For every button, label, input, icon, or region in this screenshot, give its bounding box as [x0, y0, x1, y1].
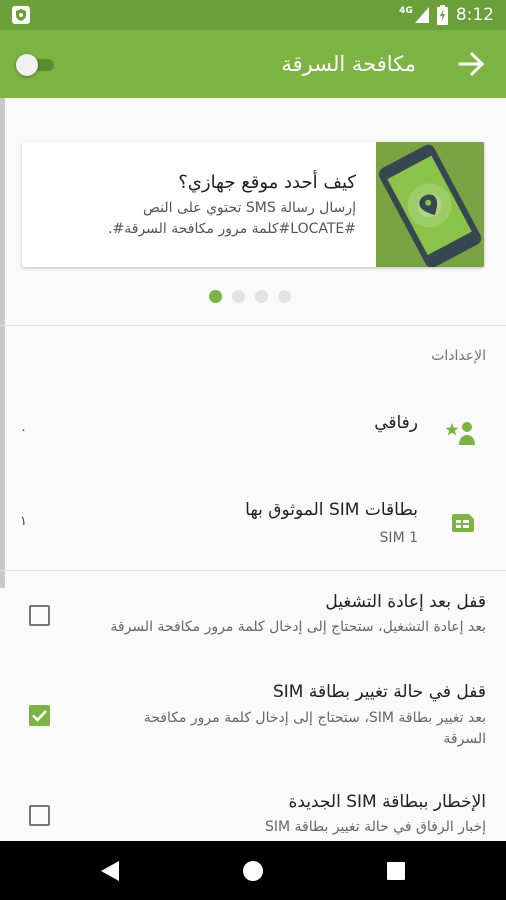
card-title: كيف أحدد موقع جهازي؟	[178, 172, 356, 193]
toolbar: مكافحة السرقة	[0, 30, 506, 98]
lock-on-sim-change-subtitle: بعد تغيير بطاقة SIM، ستحتاج إلى إدخال كل…	[143, 710, 486, 747]
lock-after-reboot-row[interactable]: قفل بعد إعادة التشغيل بعد إعادة التشغيل،…	[0, 572, 506, 658]
trusted-sims-count: ١	[20, 514, 27, 529]
lock-after-reboot-subtitle: بعد إعادة التشغيل، ستحتاج إلى إدخال كلمة…	[110, 619, 486, 635]
pager-dot[interactable]	[232, 290, 245, 303]
checkmark-icon	[32, 710, 47, 722]
signal-icon	[414, 7, 429, 23]
nav-recents-button[interactable]	[366, 841, 426, 900]
notify-new-sim-row[interactable]: الإخطار ببطاقة SIM الجديدة إخبار الرفاق …	[0, 770, 506, 841]
card-body: إرسال رسالة SMS تحتوي على النص #LOCATE#ك…	[108, 200, 356, 237]
divider	[0, 570, 506, 571]
trusted-sims-row[interactable]: بطاقات SIM الموثوق بها SIM 1 ١	[0, 480, 506, 568]
clock: 8:12	[455, 5, 494, 25]
lock-after-reboot-checkbox[interactable]	[29, 605, 50, 626]
shield-app-icon	[12, 6, 30, 24]
toggle-thumb	[16, 54, 38, 76]
trusted-sims-title: بطاقات SIM الموثوق بها	[245, 500, 418, 520]
back-arrow-icon[interactable]	[458, 51, 484, 77]
lock-on-sim-change-title: قفل في حالة تغيير بطاقة SIM	[272, 682, 486, 702]
nav-home-button[interactable]	[223, 841, 283, 900]
notify-new-sim-subtitle: إخبار الرفاق في حالة تغيير بطاقة SIM	[264, 819, 486, 835]
buddies-icon	[446, 422, 475, 445]
pager-dots	[209, 290, 291, 303]
buddies-title: رفاقي	[374, 413, 418, 433]
pager-dot[interactable]	[255, 290, 268, 303]
pager-dot[interactable]	[209, 290, 222, 303]
phone-location-illustration	[376, 142, 484, 267]
info-card[interactable]: كيف أحدد موقع جهازي؟ إرسال رسالة SMS تحت…	[22, 142, 484, 267]
home-circle-icon	[243, 860, 263, 881]
buddies-count: ٠	[20, 423, 27, 438]
battery-icon	[436, 5, 448, 25]
lock-on-sim-change-checkbox[interactable]	[29, 705, 50, 726]
lock-on-sim-change-row[interactable]: قفل في حالة تغيير بطاقة SIM بعد تغيير بط…	[0, 664, 506, 764]
navigation-bar	[0, 841, 506, 900]
settings-header: الإعدادات	[431, 348, 486, 364]
anti-theft-toggle[interactable]	[16, 54, 56, 76]
recents-square-icon	[387, 861, 405, 880]
lock-after-reboot-title: قفل بعد إعادة التشغيل	[325, 592, 486, 612]
trusted-sims-subtitle: SIM 1	[379, 530, 418, 546]
status-bar: 4G 8:12	[0, 0, 506, 30]
pager-dot[interactable]	[278, 290, 291, 303]
nav-back-button[interactable]	[80, 841, 140, 900]
network-type: 4G	[399, 6, 413, 16]
sim-card-icon	[452, 514, 474, 532]
page-title: مكافحة السرقة	[281, 52, 416, 76]
notify-new-sim-title: الإخطار ببطاقة SIM الجديدة	[288, 792, 486, 812]
notify-new-sim-checkbox[interactable]	[29, 805, 50, 826]
buddies-row[interactable]: رفاقي ٠	[0, 385, 506, 475]
back-triangle-icon	[101, 860, 119, 881]
divider	[0, 325, 506, 326]
